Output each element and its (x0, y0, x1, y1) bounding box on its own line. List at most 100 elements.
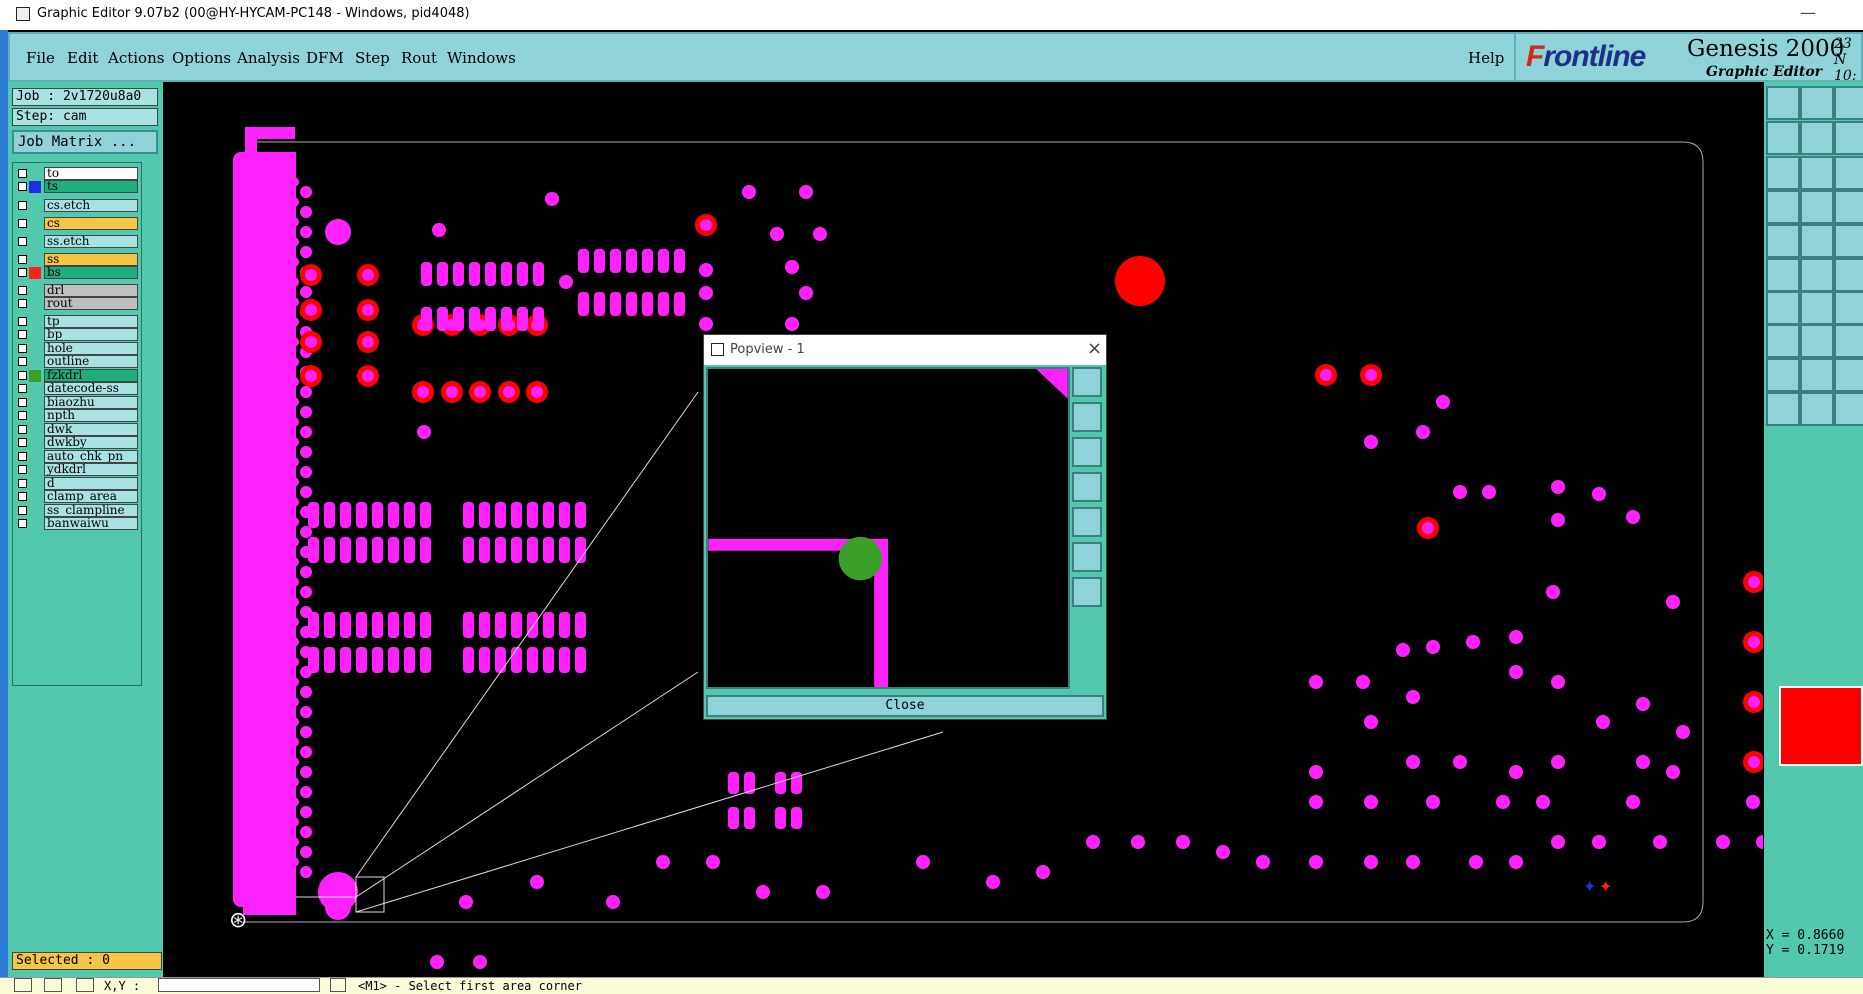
layer-row[interactable]: bs (16, 266, 140, 280)
layer-checkbox[interactable] (18, 286, 27, 295)
menu-actions[interactable]: Actions (108, 49, 164, 67)
zoom-home-icon[interactable] (1766, 86, 1800, 120)
menu-help[interactable]: Help (1468, 49, 1504, 67)
layer-name[interactable]: rout (44, 297, 138, 310)
status-tool-icon[interactable] (76, 978, 94, 992)
layer-checkbox[interactable] (18, 201, 27, 210)
layer-checkbox[interactable] (18, 438, 27, 447)
layer-checkbox[interactable] (18, 492, 27, 501)
layer-checkbox[interactable] (18, 317, 27, 326)
layer-row[interactable]: clamp_area (16, 490, 140, 504)
layer-row[interactable]: outline (16, 355, 140, 369)
fit-all-icon[interactable] (1766, 358, 1800, 392)
menu-step[interactable]: Step (355, 49, 390, 67)
menu-rout[interactable]: Rout (401, 49, 437, 67)
layer-name[interactable]: tp (44, 315, 138, 328)
layer-row[interactable]: datecode-ss (16, 382, 140, 396)
fit-step-icon[interactable] (1800, 358, 1834, 392)
layer-name[interactable]: biaozhu (44, 396, 138, 409)
zoom-back-icon[interactable] (1834, 86, 1863, 120)
layer-name[interactable]: dwkby (44, 436, 138, 449)
layer-row[interactable]: tp (16, 315, 140, 329)
close-icon[interactable]: × (1087, 338, 1102, 359)
layer-checkbox[interactable] (18, 268, 27, 277)
layer-checkbox[interactable] (18, 237, 27, 246)
popview-fit-button[interactable] (1072, 542, 1102, 572)
layer-row[interactable]: drl (16, 284, 140, 298)
xy-input[interactable] (158, 978, 320, 992)
layer-checkbox[interactable] (18, 384, 27, 393)
measure-icon[interactable] (1834, 156, 1863, 190)
menu-options[interactable]: Options (172, 49, 231, 67)
node-icon[interactable] (1800, 190, 1834, 224)
menu-analysis[interactable]: Analysis (237, 49, 300, 67)
layer-checkbox[interactable] (18, 255, 27, 264)
layer-checkbox[interactable] (18, 357, 27, 366)
popview-pan-down-button[interactable] (1072, 437, 1102, 467)
layer-checkbox[interactable] (18, 182, 27, 191)
layer-checkbox[interactable] (18, 465, 27, 474)
layer-name[interactable]: datecode-ss (44, 382, 138, 395)
layer-name[interactable]: auto_chk_pn (44, 450, 138, 463)
grid-icon[interactable] (1766, 156, 1800, 190)
job-matrix-button[interactable]: Job Matrix ... (12, 130, 158, 154)
grid-icon[interactable] (1766, 392, 1800, 426)
arc-icon[interactable] (1800, 224, 1834, 258)
layer-name[interactable]: dwk (44, 423, 138, 436)
layer-name[interactable]: cs.etch (44, 199, 138, 212)
polygon-icon[interactable] (1834, 258, 1863, 292)
fit-step-icon[interactable] (1800, 121, 1834, 155)
zoom-back-icon[interactable] (1834, 324, 1863, 358)
layer-row[interactable]: hole (16, 342, 140, 356)
layer-name[interactable]: npth (44, 409, 138, 422)
layer-name[interactable]: bp (44, 328, 138, 341)
popview-canvas[interactable] (706, 367, 1070, 689)
layer-checkbox[interactable] (18, 299, 27, 308)
minimize-button[interactable]: — (1800, 3, 1816, 22)
layer-name[interactable]: ss.etch (44, 235, 138, 248)
layer-name[interactable]: ydkdrl (44, 463, 138, 476)
layer-row[interactable]: d (16, 477, 140, 491)
status-tool-icon[interactable] (14, 978, 32, 992)
layer-checkbox[interactable] (18, 506, 27, 515)
status-tool-icon[interactable] (44, 978, 62, 992)
fit-all-icon[interactable] (1766, 121, 1800, 155)
line-icon[interactable] (1766, 224, 1800, 258)
measure-icon[interactable] (1834, 392, 1863, 426)
triangle-icon[interactable] (1766, 258, 1800, 292)
menu-dfm[interactable]: DFM (306, 49, 344, 67)
layer-checkbox[interactable] (18, 519, 27, 528)
layer-checkbox[interactable] (18, 169, 27, 178)
layer-checkbox[interactable] (18, 425, 27, 434)
layer-row[interactable]: cs.etch (16, 199, 140, 213)
zoom-home-icon[interactable] (1766, 324, 1800, 358)
layer-checkbox[interactable] (18, 219, 27, 228)
popview-zoom-out-button[interactable] (1072, 577, 1102, 607)
layer-name[interactable]: banwaiwu (44, 517, 138, 530)
select-point-icon[interactable] (1800, 291, 1834, 325)
layer-row[interactable]: biaozhu (16, 396, 140, 410)
layer-row[interactable]: ts (16, 180, 140, 194)
status-toggle[interactable] (330, 978, 346, 992)
layer-name[interactable]: ss_clampline (44, 504, 138, 517)
layer-row[interactable]: rout (16, 297, 140, 311)
zoom-save-icon[interactable] (1800, 324, 1834, 358)
pointer-icon[interactable] (1834, 291, 1863, 325)
layer-name[interactable]: outline (44, 355, 138, 368)
layer-row[interactable]: fzkdrl (16, 369, 140, 383)
layer-checkbox[interactable] (18, 330, 27, 339)
layer-checkbox[interactable] (18, 411, 27, 420)
layer-row[interactable]: npth (16, 409, 140, 423)
popview-pan-left-button[interactable] (1072, 472, 1102, 502)
layer-checkbox[interactable] (18, 452, 27, 461)
layer-name[interactable]: hole (44, 342, 138, 355)
layer-row[interactable]: dwkby (16, 436, 140, 450)
layer-row[interactable]: ss (16, 253, 140, 267)
layer-name[interactable]: to (44, 167, 138, 180)
layer-name[interactable]: clamp_area (44, 490, 138, 503)
zoom-save-icon[interactable] (1800, 86, 1834, 120)
layer-checkbox[interactable] (18, 344, 27, 353)
cut-icon[interactable] (1834, 190, 1863, 224)
layer-name[interactable]: bs (44, 266, 138, 279)
layer-name[interactable]: fzkdrl (44, 369, 138, 382)
